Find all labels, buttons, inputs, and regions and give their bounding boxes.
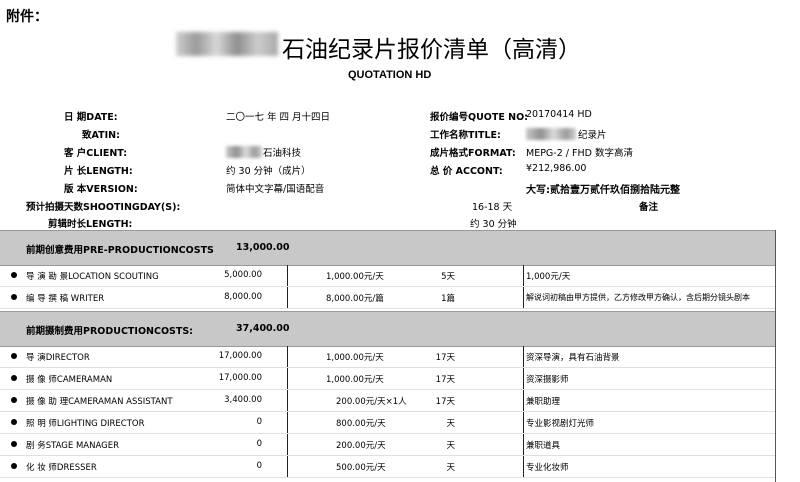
bullet-icon: [11, 397, 17, 403]
item-quantity: 天: [446, 419, 455, 429]
item-unit-price: 200.00元/天: [336, 441, 386, 451]
table-row: 摄 像 师CAMERAMAN 17,000.00 1,000.00元/天 17天…: [0, 368, 775, 390]
length-value: 约 30 分钟（成片）: [226, 166, 311, 177]
table-row: 照 明 师LIGHTING DIRECTOR 0 800.00元/天 天 专业影…: [0, 412, 775, 434]
item-amount: 0: [256, 461, 262, 471]
table-row: 导 演 勘 景LOCATION SCOUTING 5,000.00 1,000.…: [0, 265, 775, 287]
document-title: 石油纪录片报价清单（高清）: [282, 37, 581, 63]
total-in-words: 大写:贰拾壹万贰仟玖佰捌拾陆元整: [526, 185, 680, 196]
item-name: 导 演DIRECTOR: [26, 353, 90, 363]
date-value: 二〇一七 年 四 月十四日: [226, 112, 331, 123]
item-quantity: 天: [446, 463, 455, 473]
bullet-icon: [11, 463, 17, 469]
date-label: 日 期DATE:: [64, 112, 118, 123]
item-quantity: 5天: [441, 272, 455, 282]
item-amount: 3,400.00: [224, 395, 262, 405]
item-remark: 兼职助理: [526, 397, 561, 407]
item-unit-price: 8,000.00元/篇: [326, 294, 384, 304]
total-price-label: 总 价 ACCONT:: [430, 166, 503, 177]
work-title-label: 工作名称TITLE:: [430, 130, 501, 141]
attachment-label: 附件：: [6, 9, 48, 25]
bullet-icon: [11, 441, 17, 447]
item-amount: 8,000.00: [224, 292, 262, 302]
table-right-border: [775, 230, 776, 482]
item-amount: 5,000.00: [224, 270, 262, 280]
item-name: 剧 务STAGE MANAGER: [26, 441, 119, 451]
item-unit-price: 1,000.00元/天: [326, 375, 384, 385]
item-amount: 17,000.00: [218, 373, 262, 383]
attn-label: 致ATIN:: [82, 130, 120, 141]
item-remark: 专业化妆师: [526, 463, 569, 473]
item-unit-price: 1,000.00元/天: [326, 353, 384, 363]
redacted-client: [226, 146, 262, 158]
section-total: 13,000.00: [236, 242, 290, 253]
edit-length-label: 剪辑时长LENGTH:: [48, 219, 133, 230]
item-unit-price: 800.00元/天: [336, 419, 386, 429]
item-quantity: 天: [446, 441, 455, 451]
bullet-icon: [11, 294, 17, 300]
item-remark: 兼职道具: [526, 441, 561, 451]
item-name: 摄 像 助 理CAMERAMAN ASSISTANT: [26, 397, 173, 407]
item-unit-price: 500.00元/天: [336, 463, 386, 473]
item-quantity: 17天: [435, 397, 455, 407]
quote-no-value: 20170414 HD: [526, 109, 592, 120]
item-name: 编 导 撰 稿 WRITER: [26, 294, 105, 304]
table-row: 编 导 撰 稿 WRITER 8,000.00 8,000.00元/篇 1篇 解…: [0, 287, 775, 309]
item-quantity: 17天: [435, 375, 455, 385]
length-label: 片 长LENGTH:: [64, 166, 133, 177]
item-name: 照 明 师LIGHTING DIRECTOR: [26, 419, 145, 429]
redacted-work-title: [526, 128, 576, 140]
item-remark: 1,000元/天: [526, 272, 571, 282]
item-remark: 资深导演，具有石油背景: [526, 353, 620, 363]
client-value: 石油科技: [263, 148, 302, 159]
bullet-icon: [11, 419, 17, 425]
redacted-company-name: [176, 32, 278, 56]
shooting-days-value: 16-18 天: [472, 202, 513, 213]
section-header-preproduction: 前期创意费用PRE-PRODUCTIONCOSTS 13,000.00: [0, 230, 775, 266]
shooting-days-label: 预计拍摄天数SHOOTINGDAY(S):: [26, 202, 181, 213]
item-remark: 资深摄影师: [526, 375, 569, 385]
document-subtitle: QUOTATION HD: [348, 69, 432, 81]
item-quantity: 1篇: [441, 294, 455, 304]
client-label: 客 户CLIENT:: [64, 148, 128, 159]
table-row: 剧 务STAGE MANAGER 0 200.00元/天 天 兼职道具: [0, 434, 775, 456]
note-label: 备注: [639, 202, 659, 213]
work-title-value: 纪录片: [578, 130, 607, 141]
table-row: 化 妆 师DRESSER 0 500.00元/天 天 专业化妆师: [0, 456, 775, 478]
format-label: 成片格式FORMAT:: [430, 148, 516, 159]
bullet-icon: [11, 375, 17, 381]
item-remark: 专业影视剧灯光师: [526, 419, 595, 429]
section-total: 37,400.00: [236, 323, 290, 334]
total-price-value: ¥212,986.00: [526, 163, 587, 174]
item-amount: 0: [256, 439, 262, 449]
quote-no-label: 报价编号QUOTE NO:: [430, 112, 528, 123]
version-value: 简体中文字幕/国语配音: [226, 184, 325, 195]
item-quantity: 17天: [435, 353, 455, 363]
item-name: 导 演 勘 景LOCATION SCOUTING: [26, 272, 159, 282]
item-unit-price: 1,000.00元/天: [326, 272, 384, 282]
item-name: 摄 像 师CAMERAMAN: [26, 375, 113, 385]
item-name: 化 妆 师DRESSER: [26, 463, 97, 473]
section-name: 前期摄制费用PRODUCTIONCOSTS:: [26, 326, 193, 337]
bullet-icon: [11, 353, 17, 359]
section-header-production: 前期摄制费用PRODUCTIONCOSTS: 37,400.00: [0, 311, 775, 347]
section-name: 前期创意费用PRE-PRODUCTIONCOSTS: [26, 245, 214, 256]
format-value: MEPG-2 / FHD 数字高清: [526, 148, 633, 159]
table-row: 导 演DIRECTOR 17,000.00 1,000.00元/天 17天 资深…: [0, 346, 775, 368]
item-remark: 解说词初稿由甲方提供，乙方修改甲方确认，含后期分镜头剧本: [526, 293, 750, 302]
bullet-icon: [11, 272, 17, 278]
item-amount: 0: [256, 417, 262, 427]
item-unit-price: 200.00元/天×1人: [336, 397, 407, 407]
item-amount: 17,000.00: [218, 351, 262, 361]
table-row: 摄 像 助 理CAMERAMAN ASSISTANT 3,400.00 200.…: [0, 390, 775, 412]
version-label: 版 本VERSION:: [64, 184, 138, 195]
edit-length-value: 约 30 分钟: [470, 219, 517, 230]
